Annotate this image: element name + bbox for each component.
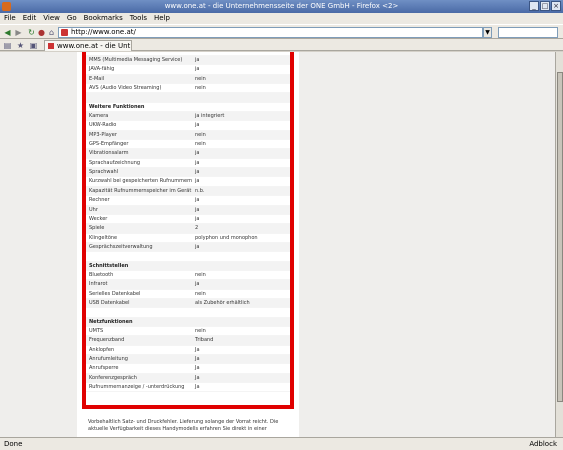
footnote-text: Vorbehaltlich Satz- und Druckfehler. Lie… xyxy=(88,419,279,432)
adblock-button[interactable]: Adblock xyxy=(529,438,557,450)
window-title-bar: www.one.at - die Unternehmensseite der O… xyxy=(0,0,563,13)
vertical-scrollbar[interactable] xyxy=(555,52,563,437)
menu-go[interactable]: Go xyxy=(67,13,77,24)
print-icon[interactable]: ▣ xyxy=(29,41,38,50)
page-viewport: MMS (Multimedia Messaging Service) ja JAVA… xyxy=(0,52,555,437)
tab-favicon-icon xyxy=(48,43,54,49)
menu-bar: File Edit View Go Bookmarks Tools Help xyxy=(0,13,563,24)
close-button[interactable]: × xyxy=(551,1,561,11)
status-text: Done xyxy=(4,440,23,448)
minimize-button[interactable]: _ xyxy=(529,1,539,11)
status-bar: Done Adblock xyxy=(0,437,563,450)
menu-edit[interactable]: Edit xyxy=(23,13,37,24)
window-controls: _ □ × xyxy=(529,1,561,11)
back-icon[interactable]: ◀ xyxy=(3,28,12,37)
bookmark-icon[interactable]: ★ xyxy=(16,41,25,50)
menu-bookmarks[interactable]: Bookmarks xyxy=(84,13,123,24)
new-tab-icon[interactable]: ▤ xyxy=(3,41,12,50)
tab-label: www.one.at - die Unt... xyxy=(57,42,132,50)
reload-icon[interactable]: ↻ xyxy=(27,28,36,37)
window-title: www.one.at - die Unternehmensseite der O… xyxy=(164,2,399,10)
url-text: http://www.one.at/ xyxy=(71,28,136,36)
navigation-toolbar: ◀ ▶ ↻ ● ⌂ http://www.one.at/ ▼ xyxy=(0,24,563,39)
maximize-button[interactable]: □ xyxy=(540,1,550,11)
url-dropdown-button[interactable]: ▼ xyxy=(483,27,492,38)
stop-icon[interactable]: ● xyxy=(37,28,46,37)
search-input[interactable] xyxy=(498,27,558,38)
menu-file[interactable]: File xyxy=(4,13,16,24)
forward-icon[interactable]: ▶ xyxy=(14,28,23,37)
url-input[interactable]: http://www.one.at/ xyxy=(58,27,483,38)
menu-tools[interactable]: Tools xyxy=(130,13,147,24)
menu-view[interactable]: View xyxy=(43,13,60,24)
menu-help[interactable]: Help xyxy=(154,13,170,24)
home-icon[interactable]: ⌂ xyxy=(47,28,56,37)
firefox-icon xyxy=(2,2,11,11)
site-favicon-icon xyxy=(61,29,68,36)
tab-one-at[interactable]: www.one.at - die Unt... xyxy=(44,40,132,51)
highlight-frame xyxy=(82,52,294,409)
tab-bar: ▤ ★ ▣ www.one.at - die Unt... xyxy=(0,39,563,51)
scrollbar-thumb[interactable] xyxy=(557,72,563,402)
